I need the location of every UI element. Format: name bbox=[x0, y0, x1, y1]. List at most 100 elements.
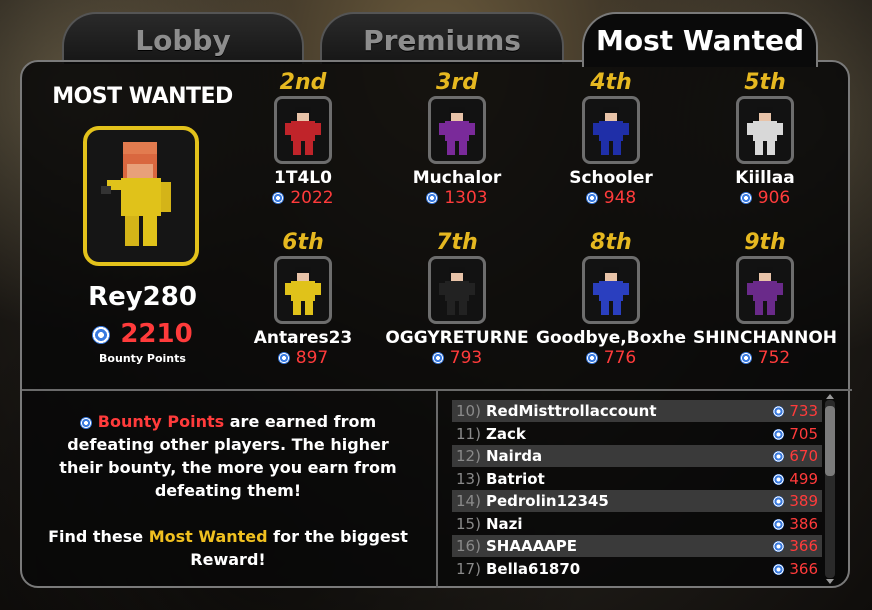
player-points-value: 906 bbox=[757, 188, 791, 208]
row-points: 366 bbox=[773, 535, 818, 557]
bounty-icon bbox=[431, 352, 444, 364]
player-points-value: 2022 bbox=[290, 188, 334, 208]
character-figure-icon bbox=[101, 142, 171, 246]
row-points-value: 389 bbox=[789, 492, 818, 510]
row-points: 366 bbox=[773, 558, 818, 580]
bounty-icon bbox=[739, 192, 752, 204]
tab-premiums[interactable]: Premiums bbox=[320, 12, 564, 64]
rank-label: 5th bbox=[744, 70, 786, 95]
leaderboard-row[interactable]: 15) Nazi 386 bbox=[452, 513, 822, 535]
row-player-name: Nazi bbox=[486, 514, 523, 533]
bounty-icon bbox=[773, 428, 785, 440]
row-points: 389 bbox=[773, 490, 818, 512]
row-points-value: 386 bbox=[789, 514, 818, 533]
player-avatar[interactable] bbox=[274, 96, 332, 164]
player-avatar[interactable] bbox=[428, 96, 486, 164]
row-player-name: Nairda bbox=[486, 447, 543, 465]
bounty-icon bbox=[773, 563, 785, 575]
row-rank-index: 11) bbox=[456, 424, 481, 443]
ranked-player-card[interactable]: 5th Kiillaa 906 bbox=[690, 70, 840, 208]
leaderboard-list[interactable]: 10) RedMisttrollaccount 733 11) Zack 705 12) Na… bbox=[452, 400, 822, 580]
leaderboard-row[interactable]: 10) RedMisttrollaccount 733 bbox=[452, 400, 822, 422]
rank-label: 7th bbox=[436, 230, 478, 255]
scrollbar[interactable] bbox=[825, 394, 835, 584]
row-points: 670 bbox=[773, 445, 818, 467]
scrollbar-thumb[interactable] bbox=[825, 406, 835, 476]
bounty-info-text: Bounty Points are earned from defeating … bbox=[48, 410, 408, 571]
bounty-icon bbox=[773, 541, 785, 552]
rank-label: 2nd bbox=[279, 70, 327, 95]
bounty-icon bbox=[773, 406, 785, 417]
most-wanted-highlight: Most Wanted bbox=[148, 527, 268, 546]
bounty-icon bbox=[92, 325, 111, 344]
leaderboard-row[interactable]: 13) Batriot 499 bbox=[452, 468, 822, 490]
leaderboard-row[interactable]: 12) Nairda 670 bbox=[452, 445, 822, 467]
scroll-up-arrow-icon[interactable] bbox=[826, 394, 834, 399]
info-text-line2-prefix: Find these bbox=[48, 527, 149, 546]
character-figure-icon bbox=[747, 107, 783, 155]
top-player-avatar[interactable] bbox=[83, 126, 199, 266]
bounty-icon bbox=[739, 352, 752, 364]
bounty-icon bbox=[773, 473, 785, 485]
player-name: Schooler bbox=[569, 168, 653, 188]
row-points-value: 705 bbox=[789, 424, 818, 443]
player-avatar[interactable] bbox=[582, 256, 640, 324]
player-points: 776 bbox=[536, 348, 686, 368]
bounty-icon bbox=[773, 451, 785, 462]
row-points-value: 366 bbox=[789, 537, 818, 555]
row-rank-index: 15) bbox=[456, 514, 481, 533]
character-figure-icon bbox=[285, 267, 321, 315]
ranked-player-card[interactable]: 9th SHINCHANNOH 752 bbox=[690, 230, 840, 368]
player-points: 752 bbox=[690, 348, 840, 368]
player-points: 897 bbox=[228, 348, 378, 368]
player-name: Antares23 bbox=[253, 328, 353, 348]
leaderboard-row[interactable]: 16) SHAAAAPE 366 bbox=[452, 535, 822, 557]
top-player-name: Rey280 bbox=[88, 282, 197, 312]
ranked-player-card[interactable]: 7th OGGYRETURNE 793 bbox=[382, 230, 532, 368]
bounty-points-highlight: Bounty Points bbox=[97, 412, 225, 431]
row-points-value: 733 bbox=[789, 402, 818, 420]
row-player-name: Zack bbox=[486, 424, 526, 443]
ranked-player-card[interactable]: 2nd 1T4L0 2022 bbox=[228, 70, 378, 208]
player-avatar[interactable] bbox=[736, 256, 794, 324]
ranked-player-card[interactable]: 3rd Muchalor 1303 bbox=[382, 70, 532, 208]
tab-lobby[interactable]: Lobby bbox=[62, 12, 304, 64]
top-player-points: 2210 bbox=[40, 319, 245, 349]
bounty-icon bbox=[426, 192, 439, 204]
player-points-value: 948 bbox=[603, 188, 637, 208]
player-avatar[interactable] bbox=[428, 256, 486, 324]
bounty-icon bbox=[79, 416, 92, 429]
bounty-icon bbox=[773, 496, 785, 507]
player-points: 1303 bbox=[382, 188, 532, 208]
scroll-down-arrow-icon[interactable] bbox=[826, 579, 834, 584]
tab-most-wanted[interactable]: Most Wanted bbox=[582, 12, 818, 67]
player-points: 906 bbox=[690, 188, 840, 208]
leaderboard-row[interactable]: 17) Bella61870 366 bbox=[452, 558, 822, 580]
row-player-name: SHAAAAPE bbox=[486, 537, 578, 555]
character-figure-icon bbox=[593, 267, 629, 315]
bounty-icon bbox=[773, 518, 785, 530]
player-points-value: 897 bbox=[295, 348, 329, 368]
ranked-player-card[interactable]: 6th Antares23 897 bbox=[228, 230, 378, 368]
bounty-icon bbox=[277, 352, 290, 364]
player-name: 1T4L0 bbox=[274, 168, 332, 188]
ranked-player-card[interactable]: 4th Schooler 948 bbox=[536, 70, 686, 208]
player-name: Goodbye,Boxhe bbox=[536, 328, 686, 348]
player-avatar[interactable] bbox=[736, 96, 794, 164]
player-name: Kiillaa bbox=[735, 168, 795, 188]
player-points: 793 bbox=[382, 348, 532, 368]
ranked-player-card[interactable]: 8th Goodbye,Boxhe 776 bbox=[536, 230, 686, 368]
row-points: 386 bbox=[773, 513, 818, 535]
most-wanted-heading: MOST WANTED bbox=[52, 84, 233, 109]
leaderboard-row[interactable]: 14) Pedrolin12345 389 bbox=[452, 490, 822, 512]
row-rank-index: 14) bbox=[456, 492, 481, 510]
leaderboard-row[interactable]: 11) Zack 705 bbox=[452, 423, 822, 445]
character-figure-icon bbox=[439, 107, 475, 155]
character-figure-icon bbox=[747, 267, 783, 315]
divider bbox=[436, 390, 438, 588]
row-points-value: 366 bbox=[789, 559, 818, 578]
player-avatar[interactable] bbox=[582, 96, 640, 164]
row-points-value: 670 bbox=[789, 447, 818, 465]
player-avatar[interactable] bbox=[274, 256, 332, 324]
bounty-icon bbox=[585, 192, 598, 204]
